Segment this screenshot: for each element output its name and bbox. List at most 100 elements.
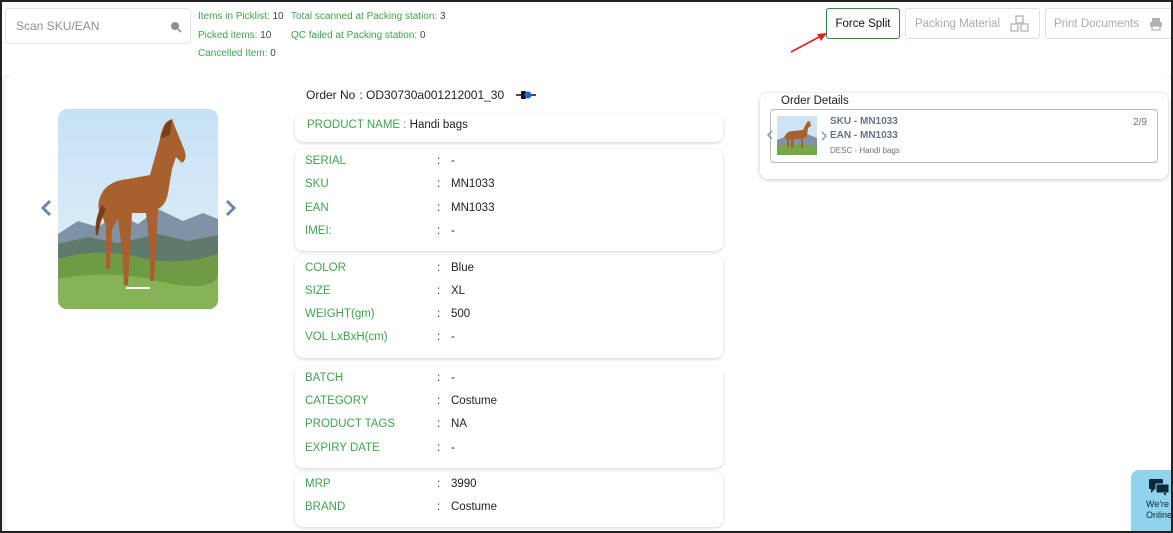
detail-label: SKU xyxy=(305,178,329,190)
detail-label: VOL LxBxH(cm) xyxy=(305,331,388,343)
order-details-title: Order Details xyxy=(781,95,849,107)
order-item-thumbnail xyxy=(777,116,817,155)
printer-icon xyxy=(1150,17,1162,31)
detail-value: - xyxy=(451,225,455,237)
order-item-desc: DESC - Handi bags xyxy=(830,146,900,155)
detail-value: MN1033 xyxy=(451,178,495,190)
detail-label: COLOR xyxy=(305,262,346,274)
detail-label: EXPIRY DATE xyxy=(305,442,380,454)
chat-status-text: We're Online! xyxy=(1146,499,1173,521)
attributes-card: COLOR : Blue SIZE : XL WEIGHT(gm) : 500 … xyxy=(295,255,723,358)
stat-cancelled: Cancelled Item: 0 xyxy=(198,48,276,59)
force-split-label: Force Split xyxy=(835,17,891,30)
order-item[interactable]: SKU - MN1033 EAN - MN1033 DESC - Handi b… xyxy=(767,109,1158,163)
boxes-icon xyxy=(1010,14,1029,32)
detail-value: Costume xyxy=(451,395,498,407)
order-item-count: 2/9 xyxy=(1133,117,1147,128)
chat-line-1: We're xyxy=(1146,499,1170,509)
colon-separator: : xyxy=(437,372,441,384)
detail-value: MN1033 xyxy=(451,202,495,214)
chat-line-2: Online! xyxy=(1146,510,1173,520)
print-documents-label: Print Documents xyxy=(1053,17,1139,30)
colon-separator: : xyxy=(437,308,441,320)
detail-value: - xyxy=(451,372,455,384)
stat-items-in-picklist: Items in Picklist: 10 xyxy=(198,11,284,22)
colon-separator: : xyxy=(437,225,441,237)
detail-label: IMEI: xyxy=(305,225,332,237)
order-number: Order No : OD30730a001212001_30 xyxy=(306,88,537,102)
chevron-right-icon[interactable] xyxy=(223,199,237,217)
colon-separator: : xyxy=(437,442,441,454)
stat-picked-items: Picked items: 10 xyxy=(198,30,271,41)
product-image xyxy=(58,109,218,309)
chat-icon xyxy=(1149,479,1170,496)
detail-value: - xyxy=(451,442,455,454)
pricing-card: MRP : 3990 BRAND : Costume xyxy=(295,472,723,527)
detail-label: EAN xyxy=(305,202,329,214)
stat-value: 0 xyxy=(419,30,426,41)
content-area: Order No : OD30730a001212001_30 PRODUCT … xyxy=(6,75,1171,531)
scan-sku-input[interactable] xyxy=(16,19,166,33)
detail-label: MRP xyxy=(305,478,331,490)
detail-label: CATEGORY xyxy=(305,395,369,407)
stat-value: 10 xyxy=(260,30,272,41)
detail-label: WEIGHT(gm) xyxy=(305,308,375,320)
detail-label: PRODUCT TAGS xyxy=(305,418,396,430)
scan-box[interactable] xyxy=(5,8,191,44)
chevron-left-icon[interactable] xyxy=(40,199,54,217)
app-frame: Items in Picklist: 10 Total scanned at P… xyxy=(0,0,1173,533)
colon-separator: : xyxy=(437,155,441,167)
colon-separator: : xyxy=(437,331,441,343)
detail-value: 3990 xyxy=(451,478,477,490)
search-icon[interactable] xyxy=(170,21,182,33)
stat-label: Cancelled Item: xyxy=(198,48,268,59)
detail-label: SERIAL xyxy=(305,155,346,167)
stat-value: 3 xyxy=(439,11,446,22)
stat-label: Total scanned at Packing station: xyxy=(291,11,438,22)
detail-value: - xyxy=(451,331,455,343)
chevron-right-icon[interactable] xyxy=(821,131,827,141)
packing-material-label: Packing Material xyxy=(914,17,1000,30)
detail-value: - xyxy=(451,155,455,167)
top-bar: Items in Picklist: 10 Total scanned at P… xyxy=(2,2,1171,75)
force-split-button[interactable]: Force Split xyxy=(826,8,900,39)
order-value: : OD30730a001212001_30 xyxy=(359,88,505,102)
product-name-value: Handi bags xyxy=(409,119,468,131)
order-label: Order No xyxy=(306,88,356,102)
stat-label: Picked items: xyxy=(198,30,258,41)
horse-photo xyxy=(58,109,218,309)
order-item-ean: EAN - MN1033 xyxy=(830,130,898,141)
colon-separator: : xyxy=(437,478,441,490)
product-name-label: PRODUCT NAME : xyxy=(307,119,407,131)
detail-value: 500 xyxy=(451,308,471,320)
detail-label: BATCH xyxy=(305,372,344,384)
colon-separator: : xyxy=(437,395,441,407)
colon-separator: : xyxy=(437,285,441,297)
colon-separator: : xyxy=(437,262,441,274)
batch-card: BATCH : - CATEGORY : Costume PRODUCT TAG… xyxy=(295,366,723,468)
chat-widget[interactable]: We're Online! xyxy=(1131,470,1173,531)
product-name: PRODUCT NAME : Handi bags xyxy=(307,119,468,131)
detail-label: SIZE xyxy=(305,285,331,297)
detail-value: Blue xyxy=(451,262,475,274)
order-details-panel: Order Details SKU - MN1033 EAN - MN1033 … xyxy=(760,93,1168,179)
detail-value: Costume xyxy=(451,501,498,513)
packing-material-button[interactable]: Packing Material xyxy=(905,8,1040,39)
colon-separator: : xyxy=(437,178,441,190)
stat-value: 0 xyxy=(270,48,276,59)
print-documents-button[interactable]: Print Documents xyxy=(1045,8,1171,39)
detail-label: BRAND xyxy=(305,501,346,513)
stat-label: Items in Picklist: xyxy=(198,11,270,22)
detail-value: XL xyxy=(451,285,466,297)
arrow-annotation xyxy=(790,33,827,53)
colon-separator: : xyxy=(437,202,441,214)
order-item-sku: SKU - MN1033 xyxy=(830,116,898,127)
detail-value: NA xyxy=(451,418,467,430)
colon-separator: : xyxy=(437,501,441,513)
stat-label: QC failed at Packing station: xyxy=(291,30,418,41)
stat-qc-failed: QC failed at Packing station: 0 xyxy=(291,30,426,41)
colon-separator: : xyxy=(437,418,441,430)
stat-value: 10 xyxy=(272,11,284,22)
chevron-left-icon[interactable] xyxy=(767,130,773,140)
plug-icon[interactable] xyxy=(516,88,537,102)
